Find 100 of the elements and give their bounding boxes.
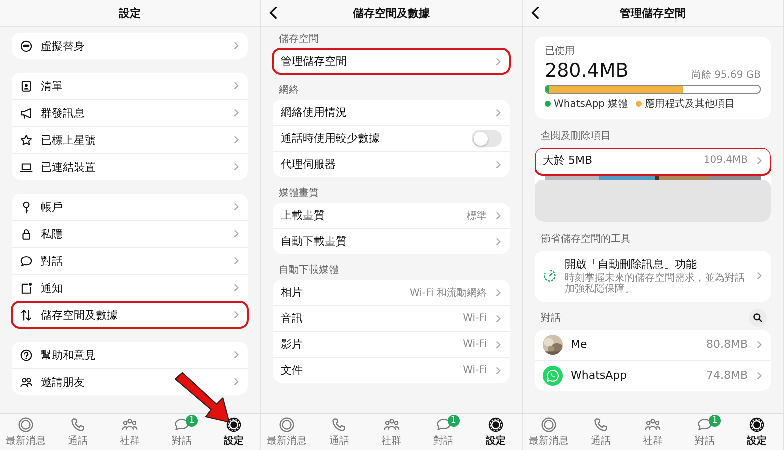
settings-row[interactable]: 管理儲存空間 [273, 49, 510, 74]
chevron-icon [233, 350, 240, 360]
settings-row[interactable]: 影片 Wi-Fi [273, 332, 510, 358]
tab[interactable]: 社群 [627, 414, 679, 450]
tab[interactable]: 對話 1 [418, 414, 470, 450]
community-icon [122, 416, 138, 432]
settings-row[interactable]: 文件 Wi-Fi [273, 358, 510, 383]
tab[interactable]: 最新消息 [523, 414, 575, 450]
settings-row[interactable]: 虛擬替身 [12, 33, 248, 59]
status-icon [541, 416, 557, 432]
chat-bubble-icon [436, 416, 452, 432]
chat-bubble-icon [697, 416, 713, 432]
settings-row[interactable]: 通話時使用較少數據 [273, 126, 510, 152]
settings-row[interactable]: 儲存空間及數據 [12, 302, 248, 328]
settings-row[interactable]: 上載畫質 標準 [273, 203, 510, 229]
chevron-icon [495, 366, 502, 376]
row-label: 虛擬替身 [41, 38, 86, 54]
settings-row[interactable]: 已連結裝置 [12, 154, 248, 180]
megaphone-icon [20, 106, 33, 120]
section-heading: 對話 [540, 312, 562, 326]
star-icon [20, 134, 33, 146]
status-icon [279, 416, 296, 432]
row-value: Wi-Fi 和流動網絡 [410, 286, 487, 300]
chat-row[interactable]: Me 80.8MB [535, 330, 771, 361]
settings-row[interactable]: 通知 [12, 275, 248, 302]
tool-description: 時刻掌握未來的儲存空間需求，並為對話加強私隱保障。 [565, 272, 746, 296]
tab[interactable]: 設定 [731, 414, 783, 450]
screen-title: 管理儲存空間 [620, 6, 686, 20]
row-label: 儲存空間及數據 [41, 308, 119, 322]
settings-row[interactable]: 代理伺服器 [273, 152, 510, 177]
notification-icon [20, 282, 33, 294]
search-button[interactable] [749, 309, 767, 328]
laptop-icon [20, 160, 33, 174]
chevron-icon [495, 340, 502, 350]
chevron-icon [233, 256, 240, 266]
row-label: 相片 [281, 285, 304, 300]
settings-row[interactable]: 清單 [12, 73, 248, 100]
chat-row[interactable]: WhatsApp 74.8MB [535, 360, 771, 391]
row-label: 影片 [281, 337, 304, 352]
status-icon [18, 416, 34, 432]
back-icon[interactable] [269, 6, 278, 20]
unread-badge: 1 [448, 415, 460, 427]
row-label: 群發訊息 [41, 106, 86, 120]
chevron-icon [233, 135, 240, 145]
phone-bubble-icon [543, 366, 563, 386]
settings-row[interactable]: 群發訊息 [12, 100, 248, 127]
tab[interactable]: 對話 1 [156, 414, 208, 450]
tab[interactable]: 最新消息 [261, 414, 314, 450]
chevron-icon [495, 160, 502, 170]
chevron-icon [233, 377, 240, 387]
chevron-icon [495, 314, 502, 324]
phone-icon [331, 416, 348, 432]
unread-badge: 1 [709, 415, 721, 427]
tool-row[interactable]: 開啟「自動刪除訊息」功能 時刻掌握未來的儲存空間需求，並為對話加強私隱保障。 [535, 250, 771, 302]
back-icon[interactable] [531, 6, 540, 20]
review-row[interactable]: 大於 5MB 109.4MB [535, 148, 771, 175]
chevron-icon [495, 210, 502, 220]
settings-row[interactable]: 相片 Wi-Fi 和流動網絡 [273, 280, 510, 306]
row-label: 已標上星號 [41, 132, 97, 148]
settings-row[interactable]: 帳戶 [12, 194, 248, 221]
tab[interactable]: 社群 [104, 414, 156, 450]
settings-row[interactable]: 網絡使用情況 [273, 100, 510, 126]
row-value: Wi-Fi [463, 365, 487, 376]
section-heading: 網絡 [278, 84, 300, 98]
chevron-icon [756, 340, 763, 350]
chevron-icon [495, 56, 502, 66]
row-label: 通話時使用較少數據 [281, 131, 381, 146]
settings-row[interactable]: 自動下載畫質 [273, 229, 510, 254]
tab[interactable]: 通話 [52, 414, 104, 450]
row-label: 通知 [41, 280, 64, 296]
chevron-icon [756, 370, 763, 381]
settings-row[interactable]: 音訊 Wi-Fi [273, 306, 510, 332]
tab[interactable]: 通話 [313, 414, 366, 450]
search-icon [753, 313, 763, 324]
section-heading: 節省儲存空間的工具 [540, 232, 632, 247]
settings-row[interactable]: 邀請朋友 [12, 369, 248, 395]
tab[interactable]: 設定 [470, 414, 522, 450]
gear-icon [749, 416, 765, 432]
gear-icon [226, 416, 242, 432]
row-label: 對話 [41, 254, 64, 268]
settings-row[interactable]: 對話 [12, 248, 248, 275]
gear-icon [488, 416, 504, 432]
chevron-icon [495, 108, 502, 118]
tab[interactable]: 最新消息 [0, 414, 52, 450]
chevron-icon [233, 229, 240, 239]
tab[interactable]: 對話 1 [679, 414, 731, 450]
tool-title: 開啟「自動刪除訊息」功能 [565, 256, 698, 272]
free-amount: 尚餘 95.69 GB [691, 68, 761, 82]
tab[interactable]: 通話 [575, 414, 627, 450]
contact-card-icon [20, 80, 33, 92]
row-label: 大於 5MB [543, 153, 594, 168]
used-amount: 280.4MB [545, 61, 629, 82]
community-icon [384, 416, 400, 432]
settings-row[interactable]: 已標上星號 [12, 127, 248, 154]
row-value: 109.4MB [704, 155, 748, 166]
settings-row[interactable]: 私隱 [12, 221, 248, 248]
settings-row[interactable]: 幫助和意見 [12, 342, 248, 369]
tab[interactable]: 社群 [365, 414, 418, 450]
phone-icon [70, 416, 86, 432]
toggle-switch[interactable] [472, 130, 502, 147]
